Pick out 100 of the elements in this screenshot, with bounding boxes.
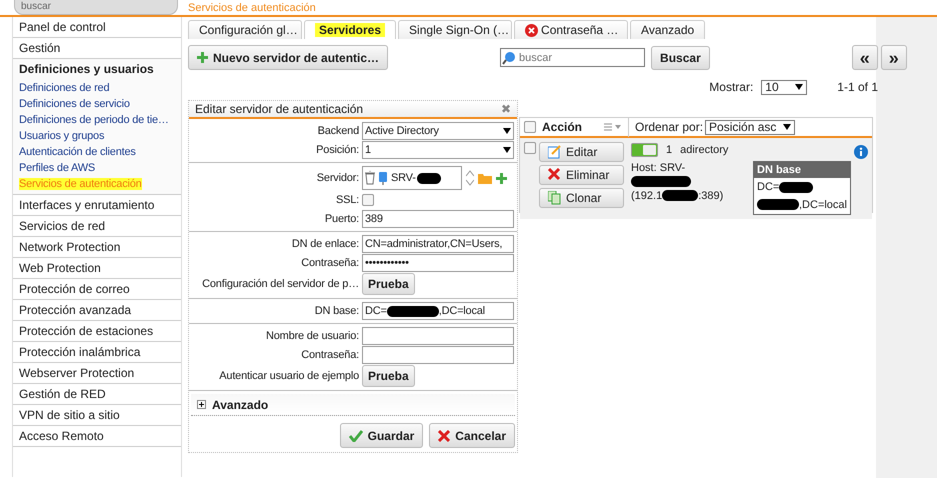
folder-icon: [478, 172, 492, 184]
field-label: Contraseña:: [300, 256, 359, 271]
dropdown-arrow-icon: [503, 147, 511, 153]
check-icon: [348, 430, 363, 442]
input-field[interactable]: ••••••••••••: [362, 254, 514, 272]
test-button[interactable]: Prueba: [362, 273, 415, 295]
sidebar-item[interactable]: Autenticación de clientes: [13, 144, 181, 160]
tab[interactable]: Servidores: [304, 20, 396, 39]
sidebar-item[interactable]: Servicios de red: [13, 216, 181, 237]
sidebar-item[interactable]: Web Protection: [13, 258, 181, 279]
server-field[interactable]: SRV-: [362, 166, 462, 190]
checkbox[interactable]: [524, 142, 536, 154]
sidebar-item[interactable]: Gestión de RED: [13, 384, 181, 405]
sidebar-item[interactable]: Acceso Remoto: [13, 426, 181, 447]
advanced-section-header[interactable]: Avanzado: [191, 394, 515, 416]
new-server-button[interactable]: Nuevo servidor de autentic…: [188, 45, 388, 70]
field-label: DN de enlace:: [290, 236, 359, 252]
error-icon: [525, 24, 538, 36]
expand-icon: [197, 400, 206, 409]
search-field[interactable]: buscar: [14, 0, 178, 15]
sidebar-item[interactable]: VPN de sitio a sitio: [13, 405, 181, 426]
checkbox[interactable]: [362, 194, 374, 206]
address-text: :389): [698, 190, 724, 202]
save-button[interactable]: Guardar: [340, 423, 424, 448]
edit-icon: [548, 145, 561, 159]
field-label: Posición:: [315, 142, 359, 158]
column-header: Acción: [542, 119, 584, 136]
clone-button[interactable]: Clonar: [539, 188, 624, 208]
input-field[interactable]: [362, 346, 514, 364]
tab[interactable]: Contraseña …: [514, 20, 628, 39]
position-number: 1: [666, 143, 672, 158]
redaction-mark: [757, 199, 799, 210]
previous-page-button[interactable]: «: [852, 45, 878, 70]
redaction-mark: [631, 176, 691, 188]
server-icon: [379, 171, 387, 185]
sidebar-item[interactable]: Definiciones de servicio: [13, 96, 181, 112]
checkbox[interactable]: [524, 121, 536, 133]
field-label: Configuración del servidor de p…: [201, 276, 359, 292]
input-field[interactable]: DC= ,DC=local: [362, 302, 514, 320]
search-icon: [502, 51, 516, 65]
per-page-select[interactable]: 10: [761, 80, 808, 94]
edit-button[interactable]: Editar: [539, 142, 624, 162]
sidebar-item[interactable]: Protección avanzada: [13, 300, 181, 321]
sidebar-item[interactable]: Webserver Protection: [13, 363, 181, 384]
spinner-arrows-icon: [466, 170, 474, 186]
panel-title: Editar servidor de autenticación: [195, 101, 364, 118]
dropdown-arrow-icon: [795, 84, 804, 90]
close-icon: [438, 430, 450, 442]
page-title: Servicios de autenticación: [188, 1, 316, 15]
sidebar-item[interactable]: Interfaces y enrutamiento: [13, 195, 181, 216]
server-name: adirectory: [680, 143, 728, 158]
input-field[interactable]: [362, 327, 514, 345]
sort-select[interactable]: Posición asc: [705, 120, 796, 134]
address-text: (192.1: [631, 190, 662, 202]
trash-icon: [365, 171, 375, 185]
sidebar-item[interactable]: Panel de control: [13, 17, 181, 38]
sidebar-item[interactable]: Definiciones de red: [13, 80, 181, 96]
plus-icon: [496, 172, 507, 184]
search-field[interactable]: buscar: [500, 48, 646, 67]
input-field[interactable]: CN=administrator,CN=Users,: [362, 235, 514, 253]
tooltip-text: DC=: [757, 181, 780, 193]
field-label: SSL:: [334, 192, 359, 208]
sidebar-item[interactable]: Protección de estaciones: [13, 321, 181, 342]
toggle-switch[interactable]: [631, 143, 658, 158]
show-label: Mostrar:: [709, 79, 754, 96]
sidebar-group-header[interactable]: Definiciones y usuarios: [13, 59, 181, 80]
delete-button[interactable]: Eliminar: [539, 165, 624, 185]
input-field[interactable]: 389: [362, 210, 514, 228]
dropdown-arrow-icon: [783, 124, 792, 130]
tooltip-text: ,DC=local: [799, 198, 847, 210]
sidebar-item[interactable]: Usuarios y grupos: [13, 128, 181, 144]
search-button[interactable]: Buscar: [651, 46, 710, 70]
host-label: Host: SRV-: [631, 160, 686, 174]
list-menu-icon: [604, 123, 622, 131]
info-icon: [854, 145, 868, 159]
sidebar-item[interactable]: Perfiles de AWS: [13, 160, 181, 176]
select-field[interactable]: Active Directory: [362, 122, 514, 140]
copy-icon: [548, 191, 561, 205]
next-page-button[interactable]: »: [880, 45, 907, 70]
field-label: Backend: [316, 124, 359, 139]
sidebar-item[interactable]: Protección de correo: [13, 279, 181, 300]
test-button[interactable]: Prueba: [362, 365, 415, 387]
field-label: Nombre de usuario:: [264, 328, 359, 344]
field-label: Servidor:: [316, 170, 359, 186]
sidebar-item[interactable]: Definiciones de periodo de tie…: [13, 112, 181, 128]
sidebar-item[interactable]: Network Protection: [13, 237, 181, 258]
tab[interactable]: Single Sign-On (…: [398, 20, 512, 39]
dropdown-arrow-icon: [503, 128, 511, 134]
tooltip-title: DN base: [754, 162, 850, 178]
tab[interactable]: Configuración gl…: [188, 20, 302, 39]
page-range: 1-1 of 1: [837, 79, 878, 96]
cancel-button[interactable]: Cancelar: [429, 423, 515, 448]
redaction-mark: [662, 190, 698, 202]
field-label: Contraseña:: [300, 348, 359, 363]
select-field[interactable]: 1: [362, 141, 514, 159]
sidebar-item[interactable]: Protección inalámbrica: [13, 342, 181, 363]
redaction-mark: [779, 182, 814, 193]
close-icon: [548, 168, 561, 182]
sort-label: Ordenar por:: [635, 119, 704, 136]
tab[interactable]: Avanzado: [630, 20, 706, 39]
